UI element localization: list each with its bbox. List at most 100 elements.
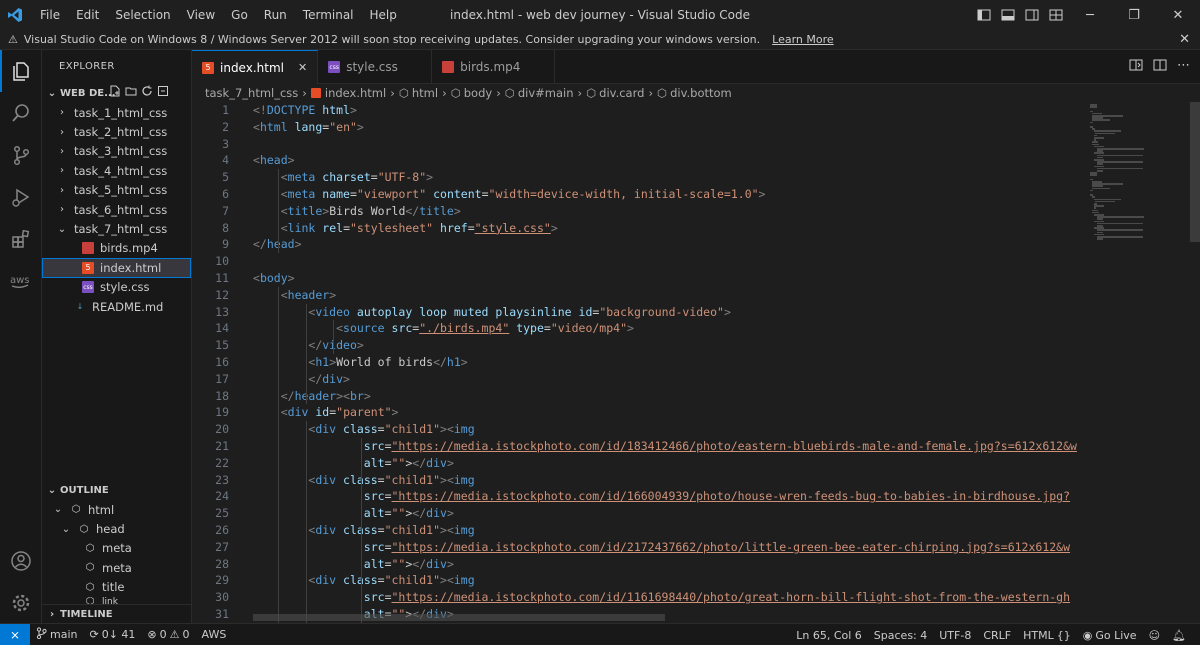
go-live-button[interactable]: ◉ Go Live [1077, 629, 1143, 642]
manage-gear-icon[interactable] [0, 582, 42, 624]
outline-item-html[interactable]: ⌄ ⬡ html [42, 500, 192, 519]
menu-edit[interactable]: Edit [68, 0, 107, 30]
code-line[interactable]: 22 alt=""></div> [192, 455, 1088, 472]
code-line[interactable]: 18 </header><br> [192, 388, 1088, 405]
indentation[interactable]: Spaces: 4 [868, 629, 933, 642]
open-preview-icon[interactable] [1129, 58, 1143, 76]
code-line[interactable]: 27 src="https://media.istockphoto.com/id… [192, 539, 1088, 556]
folder-task-2[interactable]: › task_2_html_css [42, 122, 191, 141]
breadcrumb-item[interactable]: html [412, 86, 438, 100]
outline-item-head[interactable]: ⌄ ⬡ head [42, 519, 192, 538]
breadcrumb-item[interactable]: index.html [325, 86, 386, 100]
breadcrumb-item[interactable]: task_7_html_css [205, 86, 298, 100]
workspace-header[interactable]: ⌄ WEB DE... [42, 83, 191, 103]
aws-indicator[interactable]: AWS [196, 628, 233, 641]
problems-indicator[interactable]: ⊗ 0 ⚠ 0 [141, 628, 195, 641]
refresh-icon[interactable] [141, 85, 153, 100]
minimize-button[interactable]: ─ [1068, 0, 1112, 30]
file-birds-mp4[interactable]: birds.mp4 [42, 239, 191, 258]
file-readme-md[interactable]: ↓ README.md [42, 297, 191, 316]
split-editor-icon[interactable] [1153, 58, 1167, 76]
folder-task-4[interactable]: › task_4_html_css [42, 161, 191, 180]
menu-go[interactable]: Go [223, 0, 256, 30]
menu-selection[interactable]: Selection [107, 0, 178, 30]
menu-view[interactable]: View [179, 0, 223, 30]
folder-task-5[interactable]: › task_5_html_css [42, 181, 191, 200]
code-line[interactable]: 20 <div class="child1"><img [192, 421, 1088, 438]
file-style-css[interactable]: css style.css [42, 278, 191, 297]
folder-task-7[interactable]: ⌄ task_7_html_css [42, 219, 191, 238]
code-line[interactable]: 19 <div id="parent"> [192, 404, 1088, 421]
tab-style-css[interactable]: css style.css ✕ [318, 50, 433, 84]
line-ending[interactable]: CRLF [977, 629, 1017, 642]
code-line[interactable]: 2 <html lang="en"> [192, 119, 1088, 136]
account-icon[interactable] [0, 540, 42, 582]
menu-terminal[interactable]: Terminal [295, 0, 362, 30]
folder-task-6[interactable]: › task_6_html_css [42, 200, 191, 219]
new-file-icon[interactable] [109, 85, 121, 100]
notifications-bell-icon[interactable]: 🔔︎ [1166, 629, 1192, 642]
remote-indicator-icon[interactable]: ⨯ [0, 623, 30, 645]
outline-item-title[interactable]: ⬡ title [42, 578, 192, 597]
close-window-button[interactable]: ✕ [1156, 0, 1200, 30]
code-line[interactable]: 1 <!DOCTYPE html> [192, 102, 1088, 119]
code-line[interactable]: 8 <link rel="stylesheet" href="style.css… [192, 220, 1088, 237]
cursor-position[interactable]: Ln 65, Col 6 [790, 629, 868, 642]
customize-layout-icon[interactable] [1044, 0, 1068, 30]
code-line[interactable]: 15 </video> [192, 337, 1088, 354]
horizontal-scrollbar[interactable] [253, 614, 665, 621]
folder-task-1[interactable]: › task_1_html_css [42, 103, 191, 122]
restore-button[interactable]: ❐ [1112, 0, 1156, 30]
toggle-secondary-sidebar-icon[interactable] [1020, 0, 1044, 30]
code-line[interactable]: 7 <title>Birds World</title> [192, 203, 1088, 220]
timeline-header[interactable]: › TIMELINE [42, 604, 192, 624]
search-icon[interactable] [0, 92, 42, 134]
toggle-panel-icon[interactable] [996, 0, 1020, 30]
code-line[interactable]: 13 <video autoplay loop muted playsinlin… [192, 304, 1088, 321]
minimap[interactable] [1088, 102, 1188, 623]
code-line[interactable]: 6 <meta name="viewport" content="width=d… [192, 186, 1088, 203]
tab-birds-mp4[interactable]: birds.mp4 ✕ [432, 50, 555, 84]
sync-indicator[interactable]: ⟳ 0↓ 41 [83, 628, 141, 641]
breadcrumb-item[interactable]: body [464, 86, 492, 100]
code-line[interactable]: 28 alt=""></div> [192, 556, 1088, 573]
language-mode[interactable]: HTML {} [1017, 629, 1077, 642]
menu-run[interactable]: Run [256, 0, 295, 30]
code-line[interactable]: 14 <source src="./birds.mp4" type="video… [192, 320, 1088, 337]
breadcrumb-item[interactable]: div.bottom [670, 86, 732, 100]
toggle-primary-sidebar-icon[interactable] [972, 0, 996, 30]
scrollbar-thumb[interactable] [1190, 102, 1200, 242]
code-line[interactable]: 4 <head> [192, 152, 1088, 169]
folder-task-3[interactable]: › task_3_html_css [42, 142, 191, 161]
learn-more-link[interactable]: Learn More [772, 33, 834, 46]
source-control-icon[interactable] [0, 134, 42, 176]
outline-item-meta[interactable]: ⬡ meta [42, 539, 192, 558]
close-icon[interactable]: ✕ [1179, 32, 1190, 47]
code-line[interactable]: 3 [192, 136, 1088, 153]
run-debug-icon[interactable] [0, 176, 42, 218]
code-line[interactable]: 5 <meta charset="UTF-8"> [192, 169, 1088, 186]
code-line[interactable]: 23 <div class="child1"><img [192, 472, 1088, 489]
new-folder-icon[interactable] [125, 85, 137, 100]
code-line[interactable]: 10 [192, 253, 1088, 270]
more-actions-icon[interactable]: ⋯ [1177, 58, 1190, 76]
branch-indicator[interactable]: main [30, 627, 83, 642]
menu-help[interactable]: Help [362, 0, 405, 30]
code-line[interactable]: 25 alt=""></div> [192, 505, 1088, 522]
code-editor[interactable]: 1 <!DOCTYPE html> 2 <html lang="en"> 3 4 <head… [192, 102, 1088, 623]
outline-item-meta[interactable]: ⬡ meta [42, 558, 192, 577]
file-index-html[interactable]: 5 index.html [42, 258, 191, 278]
code-line[interactable]: 21 src="https://media.istockphoto.com/id… [192, 438, 1088, 455]
code-line[interactable]: 24 src="https://media.istockphoto.com/id… [192, 488, 1088, 505]
code-line[interactable]: 26 <div class="child1"><img [192, 522, 1088, 539]
breadcrumb-item[interactable]: div#main [518, 86, 574, 100]
aws-icon[interactable]: aws [0, 260, 42, 302]
code-line[interactable]: 29 <div class="child1"><img [192, 572, 1088, 589]
code-line[interactable]: 11 <body> [192, 270, 1088, 287]
menu-file[interactable]: File [32, 0, 68, 30]
breadcrumb-item[interactable]: div.card [599, 86, 644, 100]
close-tab-icon[interactable]: ✕ [298, 61, 307, 74]
vertical-scrollbar[interactable] [1188, 102, 1200, 623]
tab-index-html[interactable]: 5 index.html ✕ [192, 50, 319, 84]
code-line[interactable]: 17 </div> [192, 371, 1088, 388]
